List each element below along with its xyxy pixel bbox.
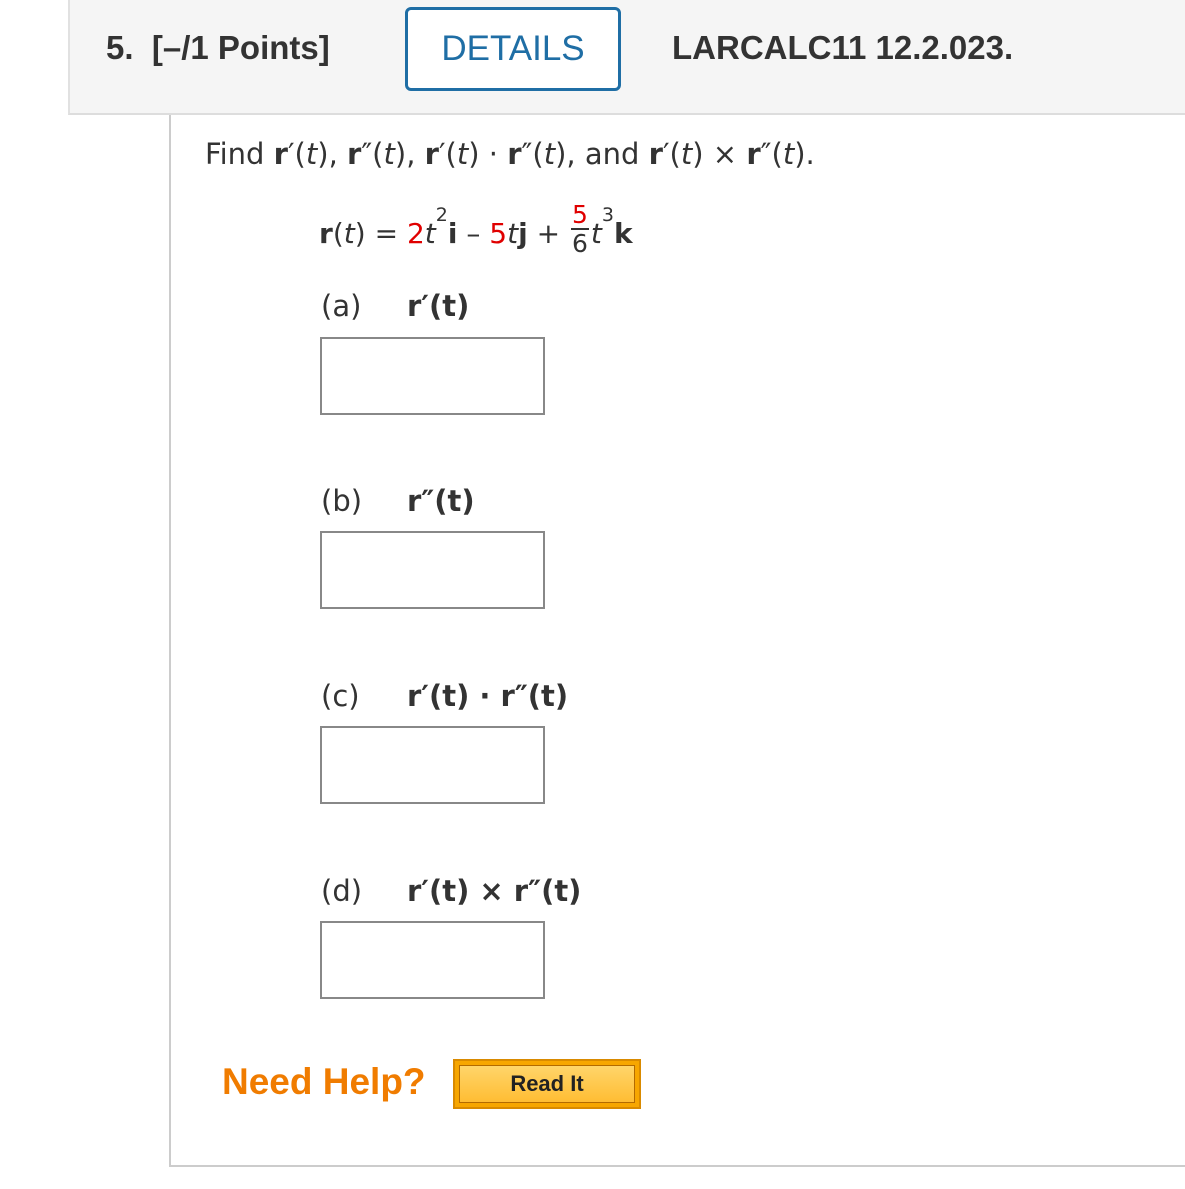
- details-button[interactable]: DETAILS: [405, 7, 621, 91]
- vector-function-equation: r(t) = 2t2i – 5tj + 5 6 t3k: [319, 200, 633, 258]
- coefficient-2: 5: [489, 217, 508, 250]
- question-prompt: Find r′(t), r″(t), r′(t) · r″(t), and r′…: [205, 137, 815, 171]
- answer-input-b[interactable]: [320, 531, 545, 609]
- fraction: 56: [570, 200, 589, 258]
- points-label: [–/1 Points]: [151, 29, 330, 66]
- part-c-label: (c) r′(t) · r″(t): [321, 679, 569, 713]
- answer-input-c[interactable]: [320, 726, 545, 804]
- question-header: 5. [–/1 Points] DETAILS LARCALC11 12.2.0…: [68, 0, 1185, 115]
- answer-input-d[interactable]: [320, 921, 545, 999]
- question-reference: LARCALC11 12.2.023.: [672, 29, 1014, 66]
- read-it-label: Read It: [459, 1065, 635, 1103]
- fraction-numerator: 5: [570, 200, 589, 230]
- coefficient-1: 2: [406, 217, 425, 250]
- need-help-label: Need Help?: [222, 1061, 426, 1102]
- part-b-label: (b) r″(t): [321, 484, 475, 518]
- part-d-label: (d) r′(t) × r″(t): [321, 874, 582, 908]
- question-body: [169, 115, 1185, 1167]
- answer-input-a[interactable]: [320, 337, 545, 415]
- fraction-denominator: 6: [571, 229, 588, 258]
- read-it-button[interactable]: Read It: [453, 1059, 641, 1109]
- part-a-label: (a) r′(t): [321, 289, 470, 323]
- question-number: 5.: [106, 29, 134, 66]
- question-points: 5. [–/1 Points]: [106, 29, 330, 67]
